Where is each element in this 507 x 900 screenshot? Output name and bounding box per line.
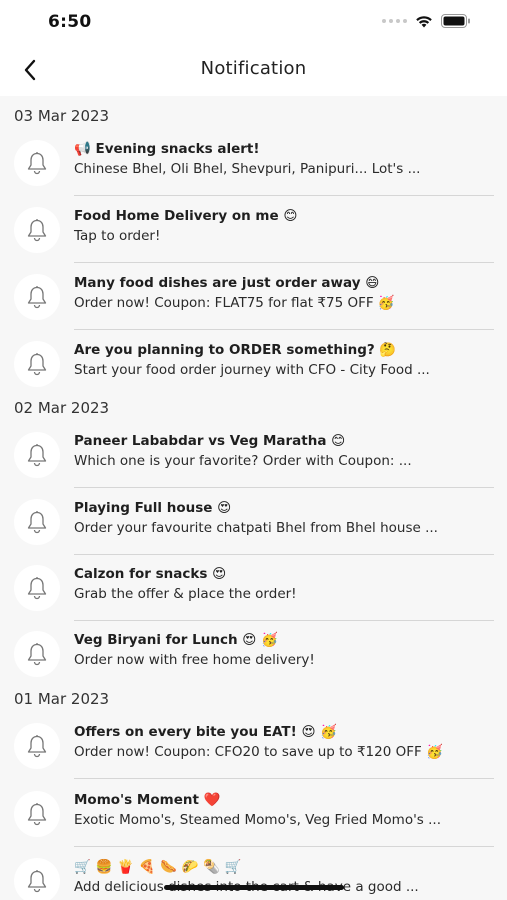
- notification-title: Are you planning to ORDER something? 🤔: [74, 342, 397, 358]
- notification-item[interactable]: Calzon for snacks 😍 Grab the offer & pla…: [0, 555, 507, 621]
- divider: [74, 846, 494, 847]
- notification-title: 🛒 🍔 🍟 🍕 🌭 🌮 🌯 🛒: [74, 859, 242, 875]
- section-date: 02 Mar 2023: [14, 399, 110, 417]
- bell-icon: [14, 499, 60, 545]
- notification-item[interactable]: 🛒 🍔 🍟 🍕 🌭 🌮 🌯 🛒 Add delicious dishes int…: [0, 848, 507, 900]
- bell-icon: [14, 432, 60, 478]
- divider: [74, 778, 494, 779]
- notification-body: Exotic Momo's, Steamed Momo's, Veg Fried…: [74, 812, 441, 828]
- divider: [74, 487, 494, 488]
- notification-title: Many food dishes are just order away 😄: [74, 275, 380, 291]
- notification-item[interactable]: Veg Biryani for Lunch 😍 🥳 Order now with…: [0, 621, 507, 687]
- page-title: Notification: [200, 58, 307, 79]
- notification-item[interactable]: Offers on every bite you EAT! 😍 🥳 Order …: [0, 713, 507, 779]
- nav-bar: Notification: [0, 46, 507, 94]
- notification-item[interactable]: Playing Full house 😍 Order your favourit…: [0, 489, 507, 555]
- notification-body: Tap to order!: [74, 228, 161, 244]
- bell-icon: [14, 723, 60, 769]
- cellular-signal-icon: [382, 19, 407, 23]
- notification-item[interactable]: Momo's Moment ❤️ Exotic Momo's, Steamed …: [0, 781, 507, 847]
- notification-title: Offers on every bite you EAT! 😍 🥳: [74, 724, 338, 740]
- wifi-icon: [415, 15, 433, 28]
- notification-body: Order your favourite chatpati Bhel from …: [74, 520, 438, 536]
- notification-body: Which one is your favorite? Order with C…: [74, 453, 412, 469]
- notification-title: 📢 Evening snacks alert!: [74, 141, 260, 157]
- notification-body: Order now! Coupon: FLAT75 for flat ₹75 O…: [74, 295, 395, 311]
- notification-title: Momo's Moment ❤️: [74, 792, 221, 808]
- bell-icon: [14, 140, 60, 186]
- notification-body: Grab the offer & place the order!: [74, 586, 297, 602]
- status-time: 6:50: [48, 12, 92, 32]
- bell-icon: [14, 631, 60, 677]
- section-date: 01 Mar 2023: [14, 690, 110, 708]
- home-indicator: [164, 885, 344, 890]
- notification-item[interactable]: Paneer Lababdar vs Veg Maratha 😊 Which o…: [0, 422, 507, 488]
- notification-title: Playing Full house 😍: [74, 500, 232, 516]
- status-icons: [382, 14, 471, 28]
- notification-item[interactable]: 📢 Evening snacks alert! Chinese Bhel, Ol…: [0, 130, 507, 196]
- status-bar: 6:50: [0, 0, 507, 46]
- divider: [74, 195, 494, 196]
- bell-icon: [14, 274, 60, 320]
- notification-item[interactable]: Are you planning to ORDER something? 🤔 S…: [0, 331, 507, 397]
- battery-icon: [441, 14, 471, 28]
- notification-title: Veg Biryani for Lunch 😍 🥳: [74, 632, 278, 648]
- divider: [74, 329, 494, 330]
- notification-list[interactable]: 03 Mar 2023 📢 Evening snacks alert! Chin…: [0, 96, 507, 900]
- notification-title: Food Home Delivery on me 😊: [74, 208, 298, 224]
- notification-body: Order now with free home delivery!: [74, 652, 315, 668]
- bell-icon: [14, 341, 60, 387]
- bell-icon: [14, 791, 60, 837]
- bell-icon: [14, 207, 60, 253]
- bell-icon: [14, 565, 60, 611]
- bell-icon: [14, 858, 60, 900]
- notification-title: Paneer Lababdar vs Veg Maratha 😊: [74, 433, 346, 449]
- notification-body: Start your food order journey with CFO -…: [74, 362, 430, 378]
- notification-item[interactable]: Many food dishes are just order away 😄 O…: [0, 264, 507, 330]
- notification-item[interactable]: Food Home Delivery on me 😊 Tap to order!: [0, 197, 507, 263]
- section-date: 03 Mar 2023: [14, 107, 110, 125]
- notification-body: Chinese Bhel, Oli Bhel, Shevpuri, Panipu…: [74, 161, 421, 177]
- notification-title: Calzon for snacks 😍: [74, 566, 227, 582]
- divider: [74, 262, 494, 263]
- notification-body: Order now! Coupon: CFO20 to save up to ₹…: [74, 744, 443, 760]
